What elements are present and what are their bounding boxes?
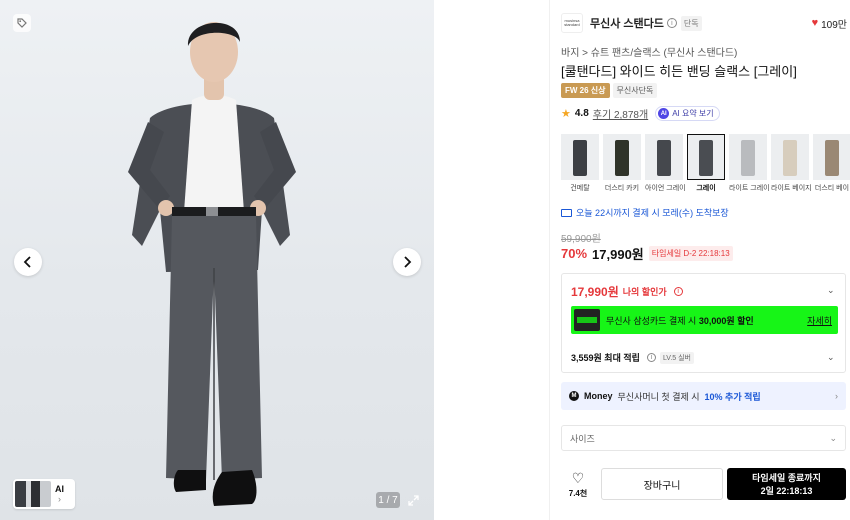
panel-divider bbox=[549, 0, 550, 520]
ai-summary-label: AI 요약 보기 bbox=[672, 109, 714, 118]
chevron-down-icon[interactable]: ⌄ bbox=[827, 285, 835, 296]
swatch-pants bbox=[783, 140, 797, 176]
product-title: [쿨탠다드] 와이드 히든 밴딩 슬랙스 [그레이] bbox=[561, 64, 797, 79]
price-row: 70% 17,990원 타임세일 D-2 22:18:13 bbox=[561, 244, 733, 263]
review-count-link[interactable]: 후기 2,878개 bbox=[593, 106, 648, 121]
swatch-pants bbox=[573, 140, 587, 176]
heart-icon: ♥ bbox=[811, 17, 819, 29]
color-swatch[interactable]: 라이트 베이지 bbox=[771, 134, 812, 193]
buy-button-line1: 타임세일 종료까지 bbox=[752, 472, 821, 483]
swatch-pants bbox=[615, 140, 629, 176]
musinsa-money-banner[interactable]: M Money 무신사머니 첫 결제 시 10% 추가 적립 › bbox=[561, 382, 846, 410]
money-logo-icon: M bbox=[569, 391, 579, 401]
color-swatch[interactable]: 건메탈 bbox=[561, 134, 599, 193]
star-icon: ★ bbox=[561, 108, 571, 120]
breadcrumb[interactable]: 바지 > 슈트 팬츠/슬랙스 (무신사 스탠다드) bbox=[561, 44, 737, 59]
original-price: 59,900원 bbox=[561, 234, 601, 245]
benefit-box: 17,990원 나의 할인가 i ⌄ 무신사 삼성카드 결제 시 30,000원… bbox=[561, 273, 846, 373]
brand-row: musinsa standard 무신사 스탠다드 i 단독 ♥ 109만 bbox=[561, 13, 847, 33]
exclusive-store-badge: 무신사단독 bbox=[612, 83, 658, 98]
swatch-label: 더스티 베이 bbox=[814, 185, 850, 192]
color-options: 건메탈 더스티 카키 아이언 그레이 그레이 라이트 그레이 라이트 베이지 더… bbox=[561, 134, 850, 193]
add-to-cart-button[interactable]: 장바구니 bbox=[601, 468, 723, 500]
thumbnail-image bbox=[15, 481, 51, 507]
timesale-badge: 타임세일 D-2 22:18:13 bbox=[648, 246, 733, 261]
brand-name-link[interactable]: 무신사 스탠다드 bbox=[590, 15, 664, 31]
discount-rate: 70% bbox=[561, 246, 588, 261]
product-badges: FW 26 신상 무신사단독 bbox=[561, 83, 658, 98]
size-select[interactable]: 사이즈 ⌄ bbox=[561, 425, 846, 451]
ai-summary-button[interactable]: AI AI 요약 보기 bbox=[655, 106, 720, 121]
money-highlight: 10% 추가 적립 bbox=[704, 391, 761, 402]
sale-price: 17,990원 bbox=[592, 247, 644, 262]
max-points: 3,559원 최대 적립 bbox=[571, 353, 640, 363]
truck-icon bbox=[561, 208, 572, 217]
member-level-badge: LV.5 실버 bbox=[659, 351, 695, 364]
chevron-left-icon bbox=[23, 256, 31, 268]
exclusive-badge: 단독 bbox=[680, 15, 702, 31]
buy-now-button[interactable]: 타임세일 종료까지 2일 22:18:13 bbox=[727, 468, 846, 500]
swatch-label: 아이언 그레이 bbox=[645, 185, 686, 192]
card-discount-banner[interactable]: 무신사 삼성카드 결제 시 30,000원 할인 자세히 bbox=[571, 306, 838, 334]
swatch-label: 라이트 베이지 bbox=[771, 185, 812, 192]
rating-row: ★ 4.8 후기 2,878개 AI AI 요약 보기 bbox=[561, 106, 720, 121]
my-discount-price[interactable]: 17,990원 나의 할인가 i bbox=[571, 283, 683, 300]
swatch-pants bbox=[657, 140, 671, 176]
expand-icon[interactable] bbox=[405, 492, 421, 508]
money-brand: Money bbox=[584, 391, 613, 401]
money-text: 무신사머니 첫 결제 시 bbox=[617, 391, 700, 402]
my-price-label: 나의 할인가 bbox=[622, 287, 667, 297]
wishlist-button[interactable]: ♡ 7.4천 bbox=[561, 467, 595, 503]
ai-thumbnail-button[interactable]: AI › bbox=[13, 479, 75, 509]
chevron-down-icon[interactable]: ⌄ bbox=[827, 352, 835, 363]
info-icon[interactable]: i bbox=[673, 287, 683, 296]
ai-icon: AI bbox=[658, 108, 670, 119]
my-price-value: 17,990원 bbox=[571, 285, 619, 299]
swatch-pants bbox=[741, 140, 755, 176]
product-image-gallery[interactable]: AI › 1 / 7 bbox=[0, 0, 434, 520]
swatch-label: 라이트 그레이 bbox=[729, 185, 770, 192]
brand-like-count: 109만 bbox=[821, 19, 847, 31]
next-image-button[interactable] bbox=[393, 248, 421, 276]
size-select-placeholder: 사이즈 bbox=[570, 433, 595, 444]
image-counter: 1 / 7 bbox=[376, 492, 400, 508]
heart-outline-icon: ♡ bbox=[571, 470, 585, 486]
chevron-right-icon bbox=[404, 256, 412, 268]
color-swatch[interactable]: 더스티 베이 bbox=[813, 134, 850, 193]
thumbnail-ai-label: AI › bbox=[55, 484, 64, 504]
buy-button-line2: 2일 22:18:13 bbox=[760, 485, 813, 496]
previous-image-button[interactable] bbox=[14, 248, 42, 276]
delivery-guarantee: 오늘 22시까지 결제 시 모레(수) 도착보장 bbox=[561, 206, 729, 219]
info-icon[interactable]: i bbox=[646, 353, 656, 362]
points-row[interactable]: 3,559원 최대 적립 i LV.5 실버 bbox=[571, 351, 695, 364]
swatch-label: 그레이 bbox=[696, 185, 716, 192]
color-swatch[interactable]: 라이트 그레이 bbox=[729, 134, 770, 193]
swatch-label: 더스티 카키 bbox=[604, 185, 640, 192]
card-discount-text: 무신사 삼성카드 결제 시 30,000원 할인 bbox=[606, 315, 754, 326]
purchase-bar: ♡ 7.4천 장바구니 타임세일 종료까지 2일 22:18:13 bbox=[561, 467, 850, 503]
info-icon[interactable]: i bbox=[666, 18, 677, 28]
card-image bbox=[574, 309, 600, 331]
rating-score: 4.8 bbox=[574, 108, 589, 119]
chevron-down-icon: ⌄ bbox=[829, 432, 837, 443]
tag-icon[interactable] bbox=[13, 14, 31, 32]
color-swatch-selected[interactable]: 그레이 bbox=[687, 134, 725, 193]
color-swatch[interactable]: 더스티 카키 bbox=[603, 134, 641, 193]
swatch-label: 건메탈 bbox=[570, 185, 590, 192]
delivery-text: 오늘 22시까지 결제 시 모레(수) 도착보장 bbox=[576, 208, 729, 218]
season-badge: FW 26 신상 bbox=[561, 83, 610, 98]
swatch-pants bbox=[699, 140, 713, 176]
chevron-right-icon: › bbox=[835, 391, 838, 401]
color-swatch[interactable]: 아이언 그레이 bbox=[645, 134, 686, 193]
brand-like-button[interactable]: ♥ 109만 bbox=[812, 16, 847, 31]
model-photo bbox=[128, 22, 296, 506]
card-detail-link[interactable]: 자세히 bbox=[807, 314, 832, 327]
brand-logo[interactable]: musinsa standard bbox=[561, 13, 583, 33]
product-info-panel: musinsa standard 무신사 스탠다드 i 단독 ♥ 109만 바지… bbox=[561, 0, 850, 520]
swatch-pants bbox=[825, 140, 839, 176]
wishlist-count: 7.4천 bbox=[568, 489, 588, 498]
